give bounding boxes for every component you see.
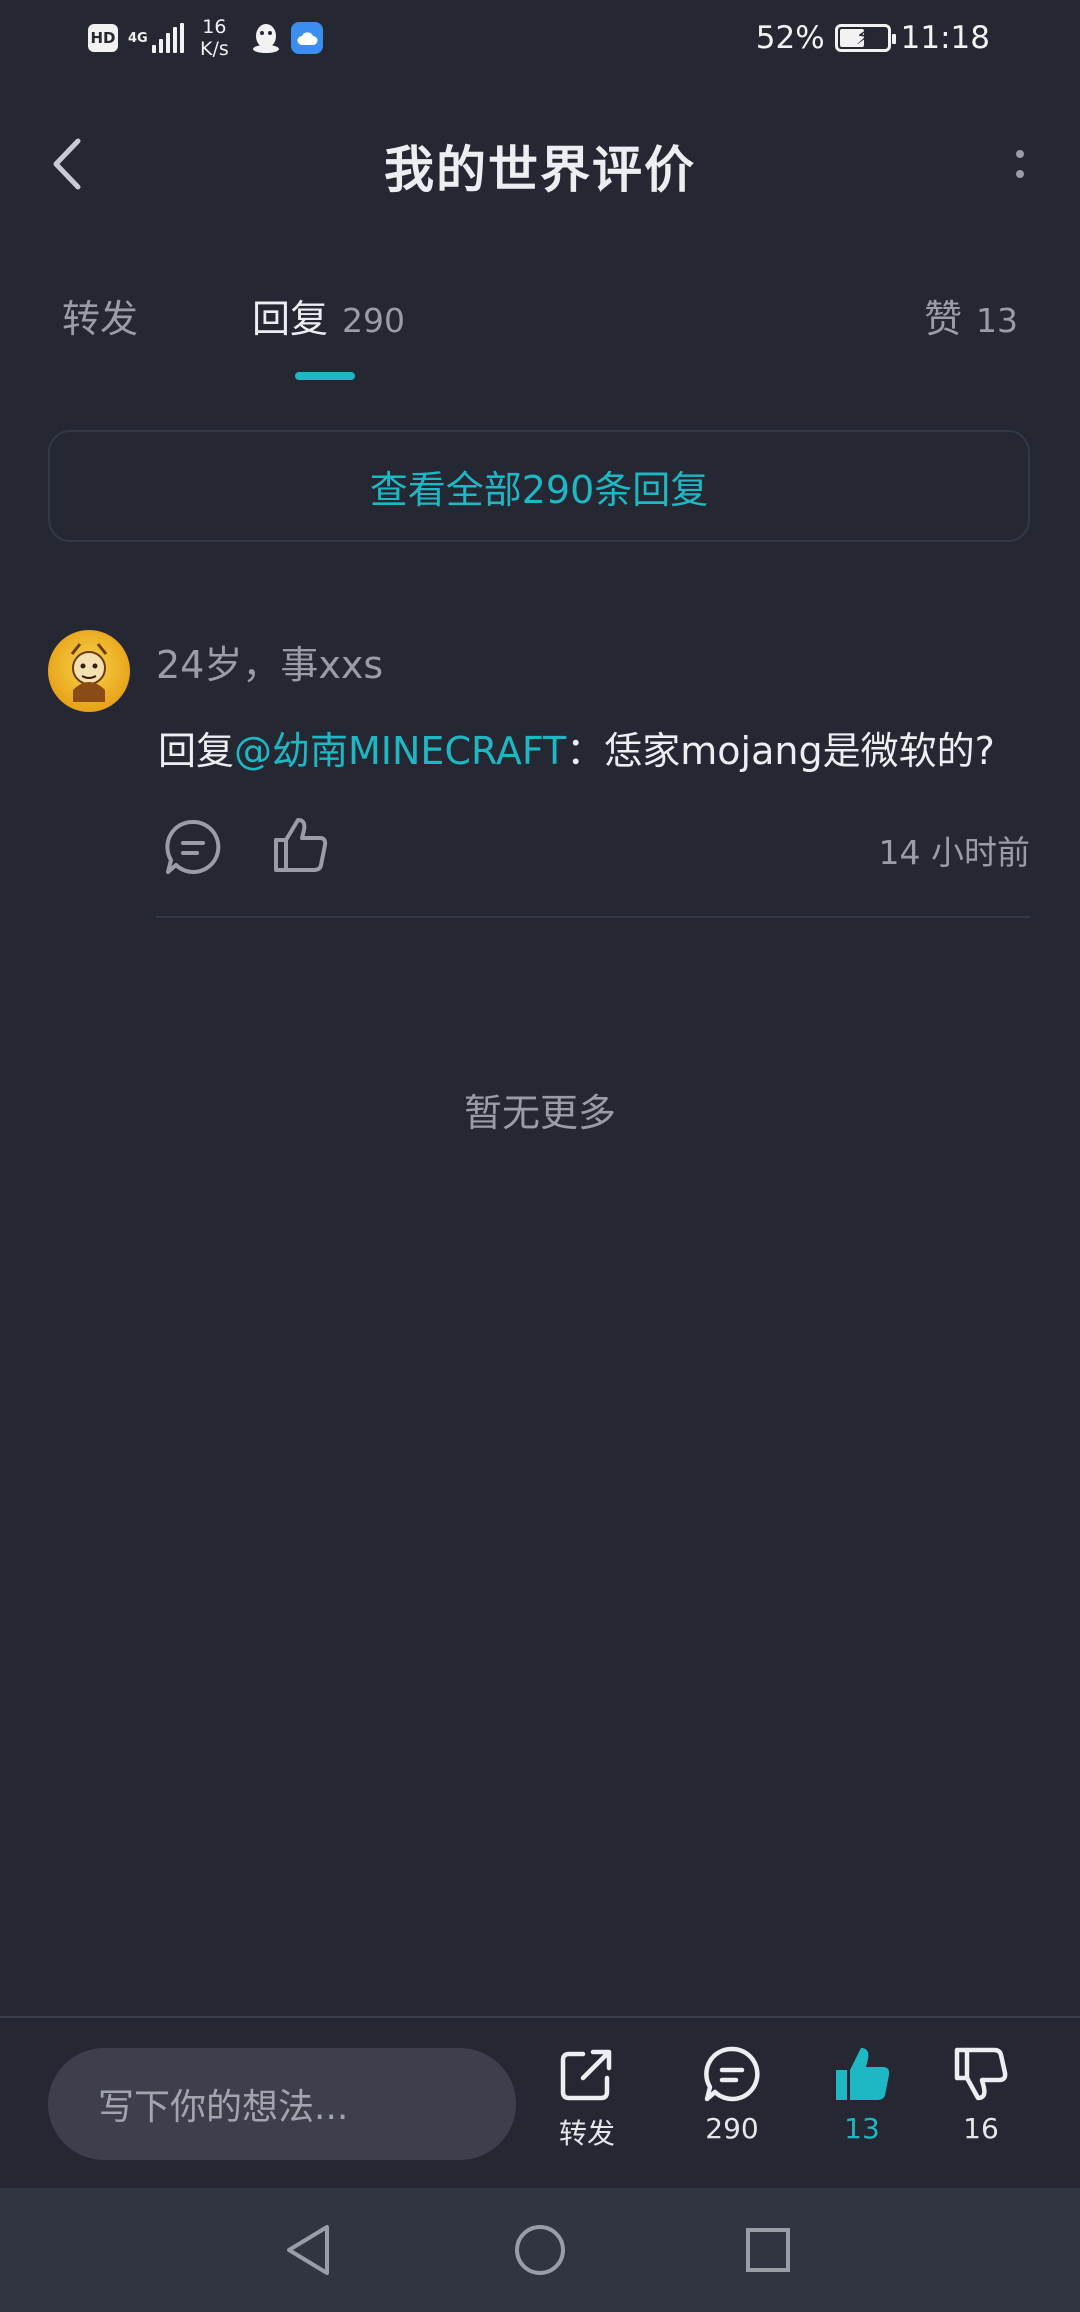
divider	[156, 916, 1030, 918]
reply-content: 回复@幼南MINECRAFT：恁家mojang是微软的?	[158, 729, 995, 773]
tab-reply[interactable]: 回复 290	[252, 288, 405, 343]
active-tab-indicator	[295, 372, 355, 380]
header: 我的世界评价	[0, 110, 1080, 220]
dislikes-count: 16	[963, 2112, 999, 2145]
cloud-icon	[290, 22, 323, 54]
no-more-text: 暂无更多	[463, 1091, 616, 1135]
nav-back-button[interactable]	[278, 2220, 338, 2280]
more-options-button[interactable]	[990, 134, 1050, 194]
comment-icon	[704, 2046, 760, 2102]
forward-label: 转发	[558, 2117, 615, 2150]
tab-forward[interactable]: 转发	[62, 288, 138, 343]
dislike-button[interactable]: 16	[926, 2044, 1036, 2145]
likes-count: 13	[844, 2112, 880, 2145]
circle-home-icon	[515, 2225, 565, 2275]
status-left: HD 4G 16 K/s	[88, 16, 323, 60]
tab-like[interactable]: 赞 13	[924, 288, 1018, 343]
status-right: 52% ⚡ 11:18	[756, 20, 990, 56]
comments-count: 290	[705, 2112, 759, 2145]
reply-item: 24岁，事xxs 回复@幼南MINECRAFT：恁家mojang是微软的? 14…	[0, 620, 1080, 920]
share-icon	[560, 2049, 612, 2101]
reply-timestamp: 14 小时前	[878, 833, 1030, 872]
square-recent-icon	[746, 2228, 790, 2272]
thumbs-up-filled-icon	[836, 2048, 890, 2100]
clock: 11:18	[900, 20, 990, 56]
reply-count: 290	[342, 301, 406, 340]
battery-percent: 52%	[755, 20, 825, 56]
reply-username[interactable]: 24岁，事xxs	[156, 634, 383, 689]
comments-button[interactable]: 290	[677, 2044, 787, 2145]
like-count: 13	[976, 301, 1018, 340]
qq-icon	[252, 24, 279, 53]
comment-icon[interactable]	[162, 816, 224, 878]
avatar-image	[70, 643, 108, 702]
system-nav-bar	[0, 2188, 1080, 2312]
reply-actions: 14 小时前	[158, 812, 1030, 882]
hd-icon: HD	[88, 24, 118, 52]
app-screen: HD 4G 16 K/s 52% ⚡ 11:18 我的世界评价 转发 回复 29…	[0, 0, 1080, 2312]
nav-recent-apps-button[interactable]	[738, 2220, 798, 2280]
more-vertical-icon	[1016, 150, 1024, 158]
network-type: 4G	[128, 30, 148, 46]
network-speed: 16 K/s	[200, 16, 229, 60]
forward-button[interactable]: 转发	[532, 2044, 642, 2152]
view-all-replies-button[interactable]: 查看全部290条回复	[48, 430, 1030, 542]
comment-input[interactable]: 写下你的想法...	[48, 2048, 516, 2160]
thumbs-down-icon	[954, 2047, 1008, 2101]
status-bar: HD 4G 16 K/s 52% ⚡ 11:18	[0, 0, 1080, 80]
avatar[interactable]	[48, 630, 130, 712]
thumbs-up-icon[interactable]	[270, 814, 332, 876]
bottom-action-bar: 写下你的想法... 转发 290 13 16	[0, 2016, 1080, 2188]
signal-icon: 4G	[128, 23, 184, 53]
mention-link[interactable]: @幼南MINECRAFT	[234, 729, 566, 773]
page-title: 我的世界评价	[384, 141, 696, 199]
triangle-back-icon	[287, 2225, 329, 2275]
like-button[interactable]: 13	[807, 2044, 917, 2145]
battery-icon: ⚡	[834, 24, 896, 52]
nav-home-button[interactable]	[510, 2220, 570, 2280]
tab-bar: 转发 回复 290 赞 13	[0, 280, 1080, 380]
